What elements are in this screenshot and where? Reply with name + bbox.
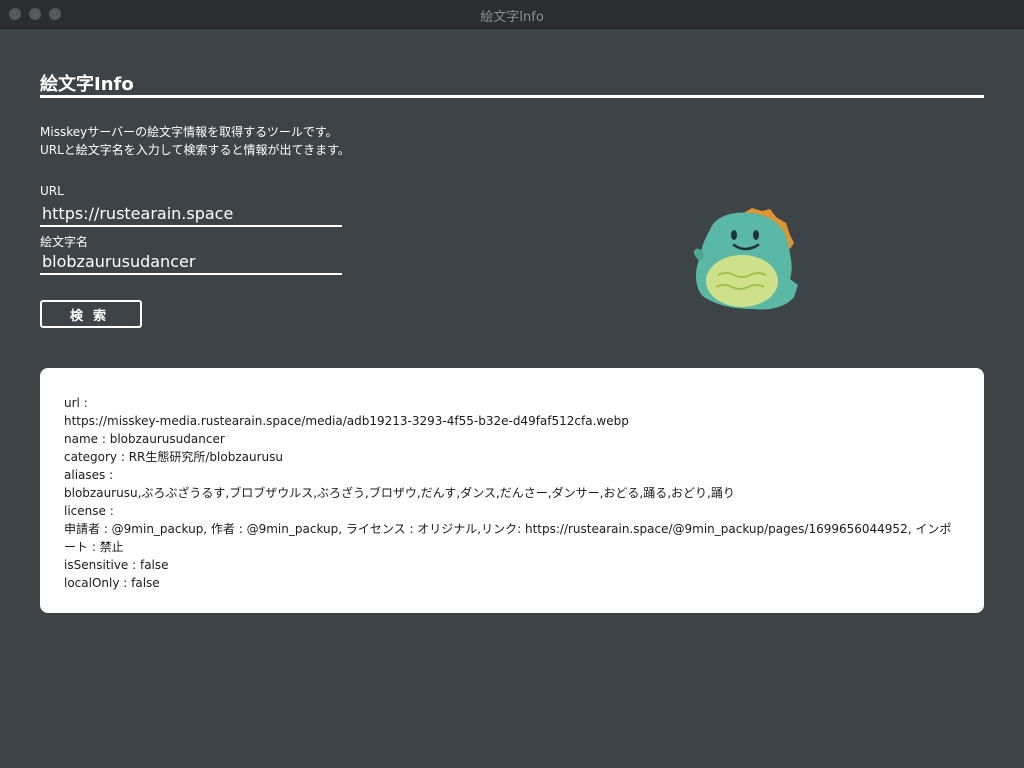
result-panel: url : https://misskey-media.rustearain.s…: [40, 368, 984, 613]
result-line: aliases :: [64, 468, 114, 482]
result-url-value: https://misskey-media.rustearain.space/m…: [64, 414, 629, 428]
description-line: Misskeyサーバーの絵文字情報を取得するツールです。: [40, 125, 338, 139]
window-titlebar: 絵文字Info: [0, 0, 1024, 29]
result-line: category : RR生態研究所/blobzaurusu: [64, 450, 283, 464]
search-button[interactable]: 検索: [40, 300, 142, 328]
page-title: 絵文字Info: [40, 74, 134, 95]
page-description: Misskeyサーバーの絵文字情報を取得するツールです。 URLと絵文字名を入力…: [40, 123, 350, 159]
emoji-preview: [690, 205, 805, 315]
emoji-name-label: 絵文字名: [40, 235, 89, 249]
url-label: URL: [40, 184, 64, 198]
result-line: isSensitive : false: [64, 558, 169, 572]
result-aliases-value: blobzaurusu,ぶろぶざうるす,ブロブザウルス,ぶろざう,ブロザウ,だん…: [64, 486, 735, 500]
emoji-name-input[interactable]: [40, 249, 342, 275]
result-line: license :: [64, 504, 114, 518]
url-input[interactable]: [40, 201, 342, 227]
result-line: url :: [64, 396, 88, 410]
result-license-value: 申請者 : @9min_packup, 作者 : @9min_packup, ラ…: [64, 522, 952, 554]
title-divider: [40, 95, 984, 98]
blobzaurusu-dancer-icon: [693, 208, 798, 310]
result-line: name : blobzaurusudancer: [64, 432, 225, 446]
result-line: localOnly : false: [64, 576, 160, 590]
description-line: URLと絵文字名を入力して検索すると情報が出てきます。: [40, 143, 350, 157]
window-title: 絵文字Info: [480, 10, 544, 25]
